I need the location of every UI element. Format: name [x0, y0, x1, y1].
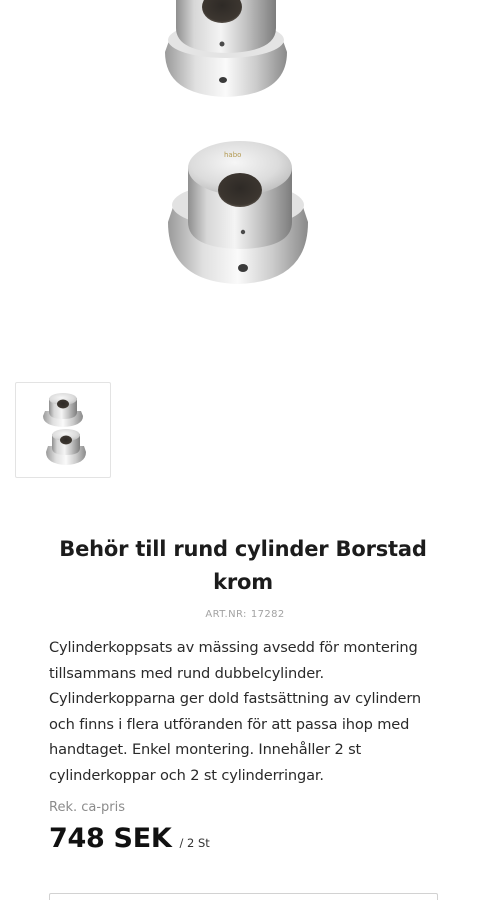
article-number: ART.NR: 17282 — [0, 609, 486, 620]
product-description: Cylinderkoppsats av mässing avsedd för m… — [49, 639, 422, 784]
price: 748 SEK — [49, 823, 172, 854]
product-main-image[interactable]: habo — [0, 0, 486, 380]
price-label: Rek. ca-pris — [49, 800, 126, 815]
article-number-value: 17282 — [250, 609, 285, 620]
habo-logo: habo — [224, 151, 241, 159]
cylinder-cup-main: habo — [168, 141, 308, 284]
thumbnail-image — [43, 393, 86, 465]
price-unit: / 2 St — [179, 836, 210, 850]
product-thumbnail[interactable] — [15, 382, 111, 478]
product-title: Behör till rund cylinder Borstad krom — [59, 537, 427, 594]
cylinder-cup-top — [165, 0, 287, 97]
thumbnail-row — [15, 382, 111, 478]
quantity-box-edge[interactable] — [49, 893, 438, 900]
article-number-label: ART.NR: — [205, 609, 247, 620]
price-row: 748 SEK / 2 St — [49, 823, 210, 854]
product-gallery[interactable]: habo — [0, 0, 486, 380]
